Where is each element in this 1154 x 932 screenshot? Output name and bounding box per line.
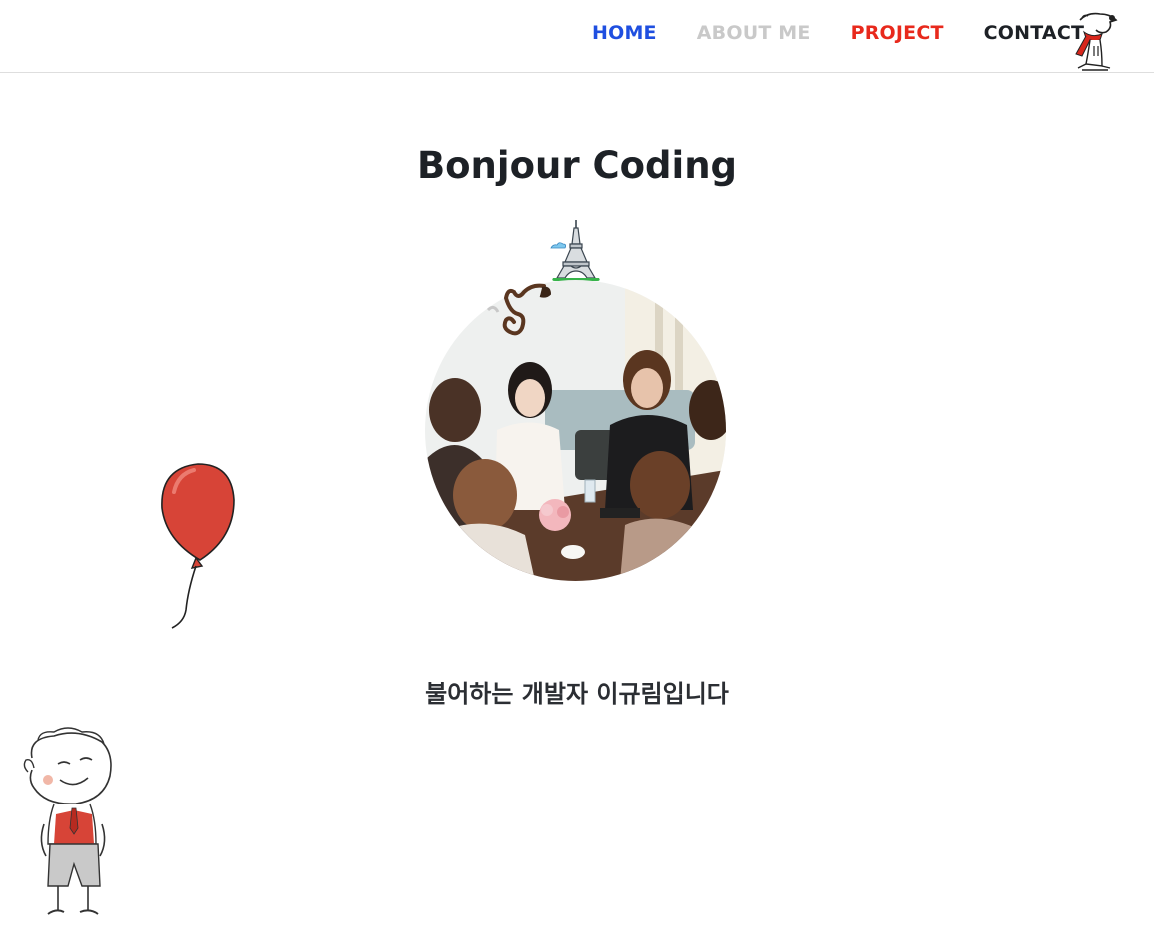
- nav-link-project[interactable]: PROJECT: [851, 22, 944, 44]
- eiffel-tower-icon: [550, 220, 600, 281]
- nav-item-home: HOME: [592, 22, 697, 44]
- nav-menu: HOME ABOUT ME PROJECT CONTACT: [592, 22, 1084, 44]
- bear-logo-icon[interactable]: [1066, 10, 1122, 72]
- nav-link-about-me[interactable]: ABOUT ME: [697, 22, 811, 44]
- hanging-hook-decoration: [486, 283, 552, 336]
- red-balloon-illustration: [161, 463, 235, 629]
- nav-link-home[interactable]: HOME: [592, 22, 657, 44]
- boy-illustration: [23, 727, 112, 915]
- team-meeting-photo: [425, 280, 726, 581]
- nav-item-project: PROJECT: [851, 22, 984, 44]
- intro-subtitle: 불어하는 개발자 이규림입니다: [425, 680, 729, 708]
- nav-item-about: ABOUT ME: [697, 22, 851, 44]
- page-title: Bonjour Coding: [416, 144, 738, 187]
- top-navbar: HOME ABOUT ME PROJECT CONTACT: [0, 0, 1154, 73]
